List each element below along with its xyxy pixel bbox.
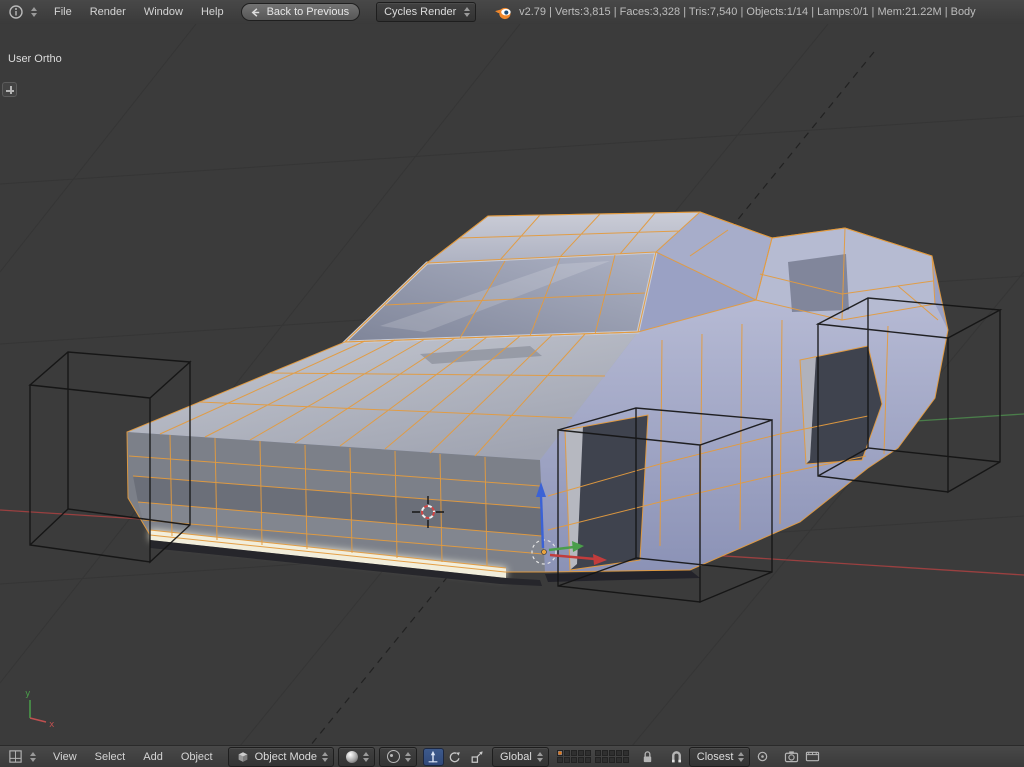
menu-window[interactable]: Window bbox=[135, 6, 192, 18]
dropdown-stepper-icon bbox=[405, 752, 411, 762]
layer-cell[interactable] bbox=[623, 757, 629, 763]
info-editor-icon bbox=[8, 4, 24, 20]
back-arrow-icon bbox=[249, 6, 262, 19]
snap-toggle-button[interactable] bbox=[666, 748, 687, 766]
lock-icon bbox=[641, 750, 654, 764]
layer-cell[interactable] bbox=[609, 750, 615, 756]
layer-cell[interactable] bbox=[578, 750, 584, 756]
viewport-shading-sphere-icon bbox=[346, 751, 358, 763]
scene-stats-text: v2.79 | Verts:3,815 | Faces:3,328 | Tris… bbox=[519, 6, 976, 18]
magnet-icon bbox=[670, 750, 683, 764]
car-model-body[interactable] bbox=[127, 212, 948, 586]
scale-icon bbox=[470, 750, 484, 764]
blender-logo-icon bbox=[494, 5, 513, 20]
object-mode-cube-icon bbox=[236, 750, 250, 764]
film-icon bbox=[805, 750, 820, 763]
snap-mode-dropdown[interactable]: Closest bbox=[689, 747, 751, 767]
back-to-previous-button[interactable]: Back to Previous bbox=[241, 3, 361, 21]
orientation-dropdown[interactable]: Global bbox=[492, 747, 549, 767]
object-origin-dot bbox=[542, 550, 547, 555]
render-engine-value: Cycles Render bbox=[384, 6, 456, 18]
snap-target-icon bbox=[756, 750, 769, 763]
layer-cell[interactable] bbox=[571, 750, 577, 756]
manipulator-rotate-button[interactable] bbox=[445, 748, 466, 766]
viewport-menus: View Select Add Object bbox=[44, 751, 222, 763]
dropdown-stepper-icon bbox=[738, 752, 744, 762]
rotate-icon bbox=[448, 750, 462, 764]
layer-cell[interactable] bbox=[557, 757, 563, 763]
back-button-label: Back to Previous bbox=[267, 6, 350, 18]
layer-cell[interactable] bbox=[623, 750, 629, 756]
snap-mode-value: Closest bbox=[697, 751, 734, 763]
dropdown-stepper-icon bbox=[537, 752, 543, 762]
dropdown-stepper-icon bbox=[363, 752, 369, 762]
pivot-dropdown[interactable] bbox=[379, 747, 417, 767]
layer-cell[interactable] bbox=[595, 750, 601, 756]
info-header-bar: File Render Window Help Back to Previous… bbox=[0, 0, 1024, 25]
opengl-render-button[interactable] bbox=[781, 748, 802, 766]
toolshelf-expand-button[interactable] bbox=[2, 82, 17, 97]
mini-axis-y-label: y bbox=[25, 689, 31, 699]
layer-cell[interactable] bbox=[571, 757, 577, 763]
view-name-label: User Ortho bbox=[8, 53, 62, 65]
main-menus: File Render Window Help bbox=[45, 6, 233, 18]
layer-cell[interactable] bbox=[564, 757, 570, 763]
orientation-value: Global bbox=[500, 751, 532, 763]
mode-dropdown[interactable]: Object Mode bbox=[228, 747, 334, 767]
dropdown-stepper-icon bbox=[30, 752, 36, 762]
layer-cell[interactable] bbox=[578, 757, 584, 763]
viewport-editor-icon bbox=[8, 749, 23, 764]
camera-icon bbox=[784, 750, 799, 763]
layer-cell[interactable] bbox=[616, 750, 622, 756]
layer-cell[interactable] bbox=[602, 757, 608, 763]
manipulator-scale-button[interactable] bbox=[467, 748, 488, 766]
dropdown-stepper-icon bbox=[322, 752, 328, 762]
shading-dropdown[interactable] bbox=[338, 747, 375, 767]
viewport-3d[interactable]: y x User Ortho (1) Body bbox=[0, 24, 1024, 746]
pivot-point-icon bbox=[387, 750, 400, 763]
layer-cell[interactable] bbox=[602, 750, 608, 756]
snap-target-button[interactable] bbox=[752, 748, 773, 766]
mini-axis-gizmo: y x bbox=[25, 689, 55, 730]
menu-view[interactable]: View bbox=[44, 751, 86, 763]
layer-cell[interactable] bbox=[609, 757, 615, 763]
opengl-render-anim-button[interactable] bbox=[802, 748, 823, 766]
menu-object[interactable]: Object bbox=[172, 751, 222, 763]
layer-cell[interactable] bbox=[557, 750, 563, 756]
editor-type-button-info[interactable] bbox=[4, 4, 41, 20]
layer-cell[interactable] bbox=[564, 750, 570, 756]
menu-render[interactable]: Render bbox=[81, 6, 135, 18]
manipulator-buttons bbox=[423, 748, 488, 766]
layer-cell[interactable] bbox=[585, 750, 591, 756]
viewport-canvas: y x bbox=[0, 24, 1024, 746]
layer-cell[interactable] bbox=[585, 757, 591, 763]
layers-widget[interactable] bbox=[557, 750, 629, 763]
editor-type-button-3dview[interactable] bbox=[4, 749, 40, 764]
translate-icon bbox=[426, 750, 440, 764]
mini-axis-x-label: x bbox=[49, 720, 55, 730]
render-engine-dropdown[interactable]: Cycles Render bbox=[376, 2, 476, 22]
lock-to-scene-button[interactable] bbox=[637, 748, 658, 766]
dropdown-stepper-icon bbox=[464, 7, 470, 17]
dropdown-stepper-icon bbox=[31, 7, 37, 17]
layer-cell[interactable] bbox=[595, 757, 601, 763]
menu-add[interactable]: Add bbox=[134, 751, 172, 763]
menu-help[interactable]: Help bbox=[192, 6, 233, 18]
menu-select[interactable]: Select bbox=[86, 751, 135, 763]
layer-cell[interactable] bbox=[616, 757, 622, 763]
menu-file[interactable]: File bbox=[45, 6, 81, 18]
viewport-header-bar: View Select Add Object Object Mode bbox=[0, 745, 1024, 767]
mode-value: Object Mode bbox=[255, 751, 317, 763]
manipulator-translate-button[interactable] bbox=[423, 748, 444, 766]
